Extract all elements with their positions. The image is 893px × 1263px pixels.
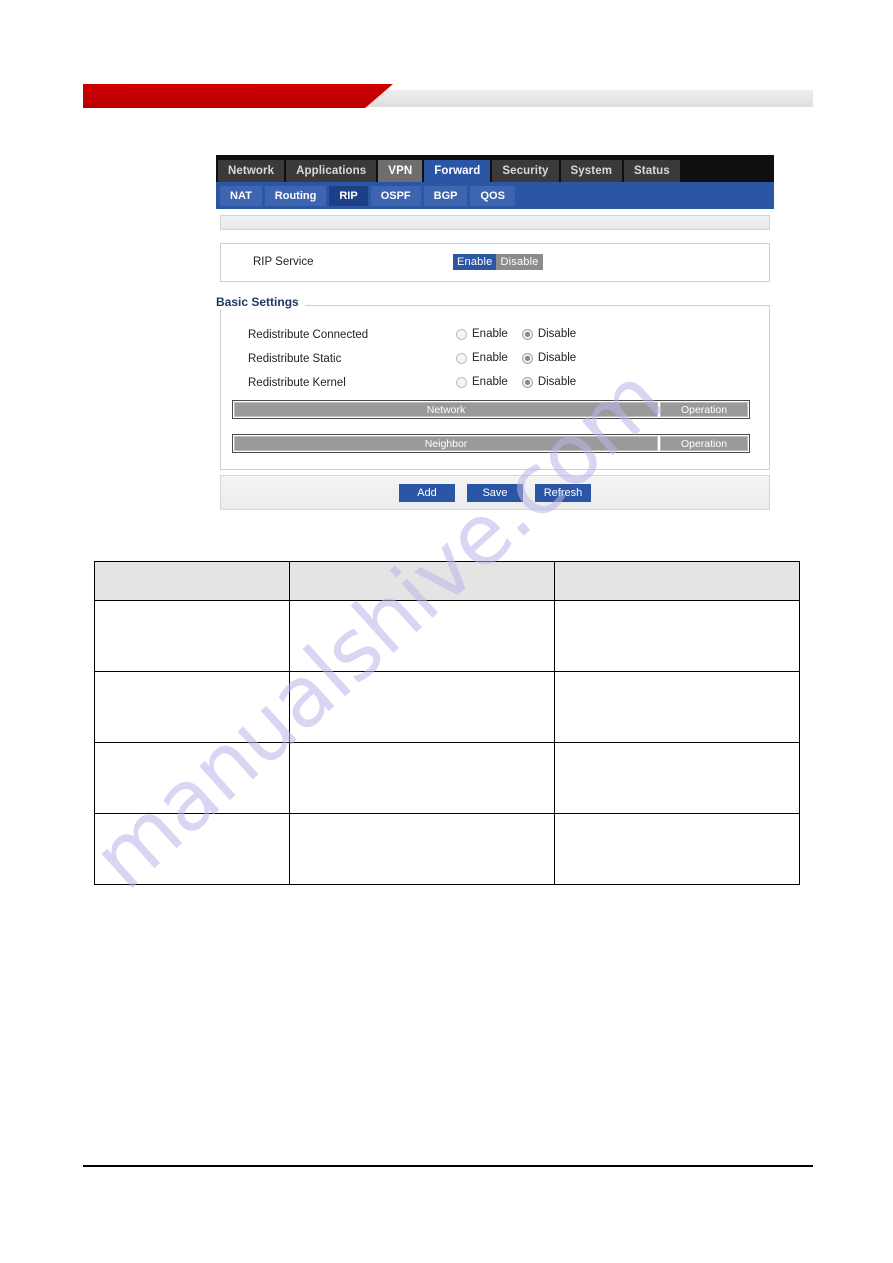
redistribute-kernel-enable-label: Enable (472, 376, 508, 388)
sub-tab-bgp[interactable]: BGP (423, 185, 468, 206)
rip-service-label: RIP Service (253, 256, 314, 268)
sub-tab-rip[interactable]: RIP (329, 185, 368, 206)
sub-tab-nat[interactable]: NAT (220, 185, 262, 206)
table-row (94, 671, 800, 743)
redistribute-connected-radio-group[interactable]: Enable Disable (456, 328, 590, 340)
table-row (94, 600, 800, 672)
network-operation-column-header: Operation (660, 402, 748, 417)
table-cell (554, 813, 800, 885)
action-button-bar: Add Save Refresh (220, 475, 770, 510)
document-header-banner (83, 84, 813, 108)
header-red-accent-shape (83, 84, 393, 108)
main-tab-status[interactable]: Status (624, 160, 680, 182)
rip-service-panel: RIP Service Enable Disable (220, 243, 770, 282)
refresh-button[interactable]: Refresh (535, 483, 591, 502)
router-web-ui-screenshot: Network Applications VPN Forward Securit… (216, 155, 774, 510)
redistribute-kernel-label: Redistribute Kernel (248, 377, 346, 389)
sub-tab-routing[interactable]: Routing (264, 185, 327, 206)
redistribute-connected-enable-label: Enable (472, 328, 508, 340)
redistribute-static-label: Redistribute Static (248, 353, 342, 365)
table-header-row (94, 561, 800, 601)
sub-tab-ospf[interactable]: OSPF (370, 185, 421, 206)
table-row (94, 742, 800, 814)
redistribute-connected-label: Redistribute Connected (248, 329, 369, 341)
setting-row-redistribute-kernel: Redistribute Kernel Enable Disable (216, 373, 766, 396)
table-cell (289, 742, 555, 814)
redistribute-static-enable-radio[interactable] (456, 352, 467, 364)
redistribute-kernel-disable-label: Disable (537, 376, 577, 388)
setting-row-redistribute-static: Redistribute Static Enable Disable (216, 349, 766, 372)
main-tab-system[interactable]: System (560, 160, 623, 182)
table-cell (289, 671, 555, 743)
table-header-cell-3 (554, 561, 800, 601)
table-cell (554, 671, 800, 743)
save-button[interactable]: Save (467, 483, 523, 502)
footer-divider-rule (83, 1165, 813, 1167)
main-tab-applications[interactable]: Applications (286, 160, 377, 182)
table-cell (554, 600, 800, 672)
sub-tab-qos[interactable]: QOS (470, 185, 515, 206)
redistribute-kernel-radio-group[interactable]: Enable Disable (456, 376, 590, 388)
neighbor-operation-column-header: Operation (660, 436, 748, 451)
main-tab-network[interactable]: Network (218, 160, 285, 182)
table-header-cell-1 (94, 561, 290, 601)
main-tab-security[interactable]: Security (492, 160, 559, 182)
table-cell (289, 813, 555, 885)
table-cell (94, 600, 290, 672)
basic-settings-legend: Basic Settings (216, 295, 305, 309)
rip-service-enable-button[interactable]: Enable (453, 254, 497, 270)
main-navigation-bar: Network Applications VPN Forward Securit… (216, 155, 774, 182)
redistribute-static-disable-radio[interactable] (521, 352, 533, 364)
redistribute-kernel-enable-radio[interactable] (456, 376, 467, 388)
redistribute-connected-disable-radio[interactable] (521, 328, 533, 340)
redistribute-static-radio-group[interactable]: Enable Disable (456, 352, 590, 364)
parameter-description-table (94, 561, 800, 885)
rip-service-disable-button[interactable]: Disable (496, 254, 543, 270)
redistribute-connected-enable-radio[interactable] (456, 328, 467, 340)
table-cell (554, 742, 800, 814)
sub-navigation-bar: NAT Routing RIP OSPF BGP QOS (216, 182, 774, 209)
table-cell (94, 742, 290, 814)
network-list-table: Network Operation (232, 400, 750, 419)
redistribute-kernel-disable-radio[interactable] (521, 376, 533, 388)
table-cell (289, 600, 555, 672)
redistribute-connected-disable-label: Disable (537, 328, 577, 340)
add-button[interactable]: Add (399, 483, 455, 502)
setting-row-redistribute-connected: Redistribute Connected Enable Disable (216, 325, 766, 348)
redistribute-static-disable-label: Disable (537, 352, 577, 364)
breadcrumb-strip (220, 215, 770, 230)
table-cell (94, 671, 290, 743)
table-header-cell-2 (289, 561, 555, 601)
neighbor-list-table: Neighbor Operation (232, 434, 750, 453)
table-row (94, 813, 800, 885)
main-tab-forward[interactable]: Forward (424, 160, 491, 182)
main-tab-vpn[interactable]: VPN (378, 160, 423, 182)
table-cell (94, 813, 290, 885)
network-column-header: Network (234, 402, 658, 417)
neighbor-column-header: Neighbor (234, 436, 658, 451)
redistribute-static-enable-label: Enable (472, 352, 508, 364)
rip-service-toggle[interactable]: Enable Disable (453, 254, 543, 270)
